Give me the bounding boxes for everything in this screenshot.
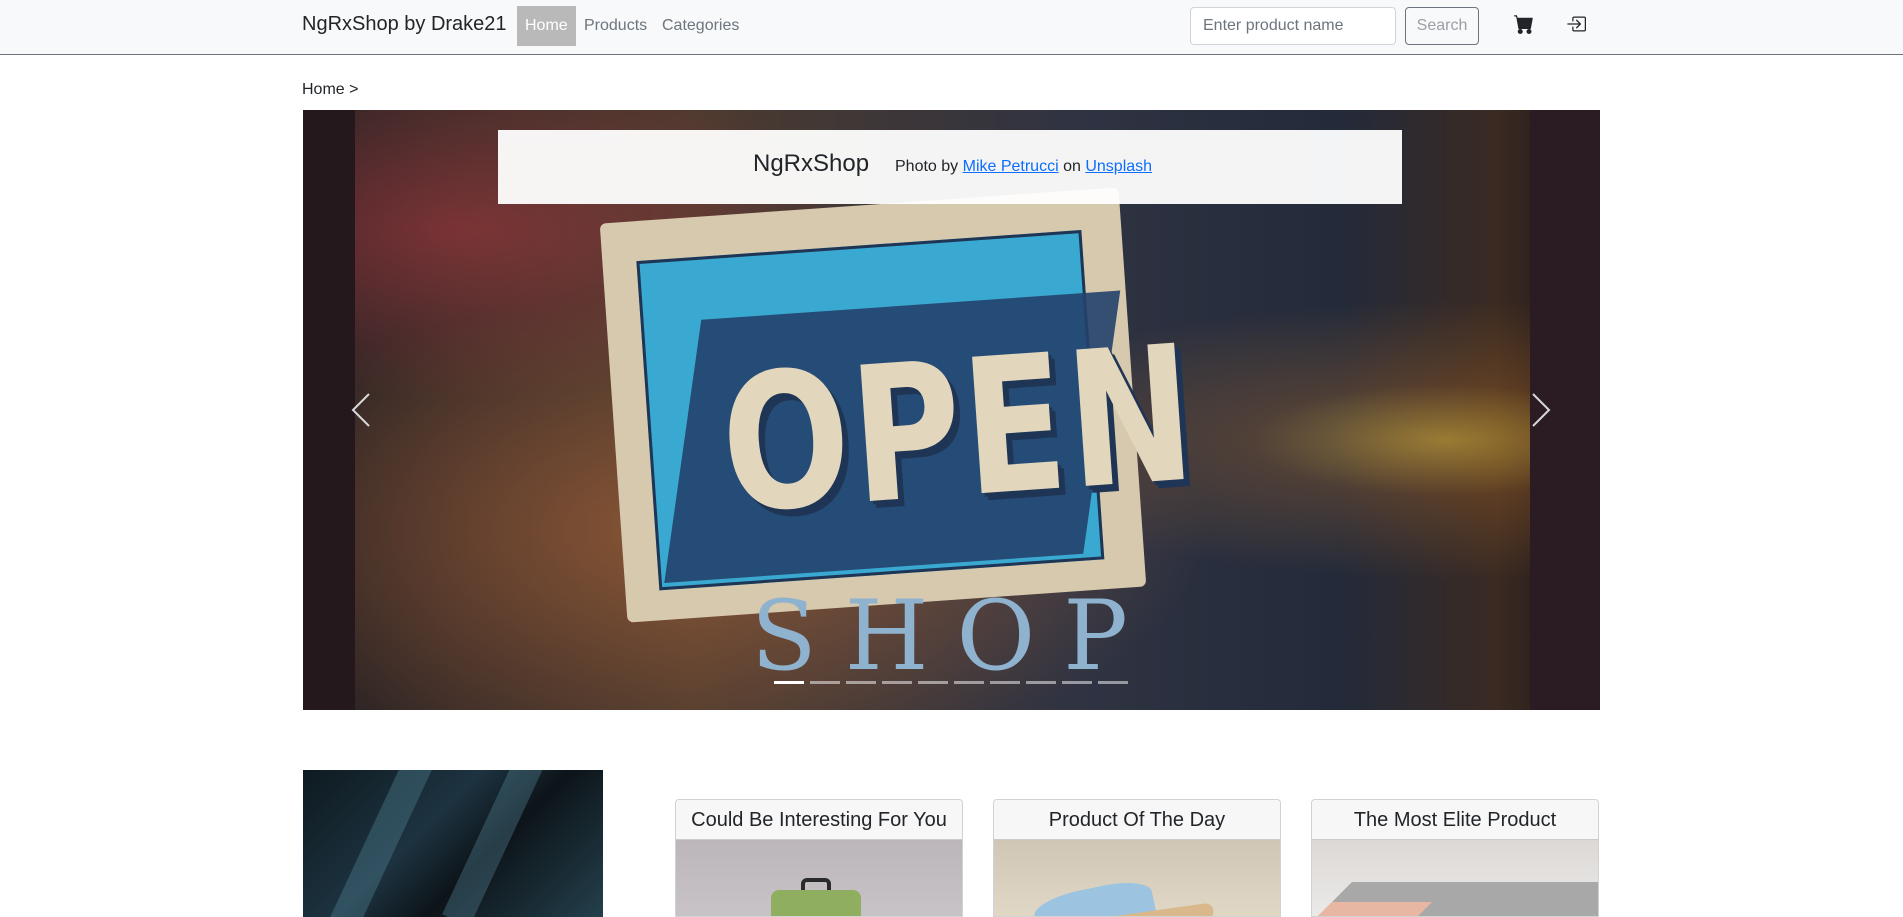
- open-sign-text: OPEN: [715, 305, 1203, 556]
- credit-prefix: Photo by: [895, 158, 959, 175]
- product-card-elite[interactable]: The Most Elite Product: [1311, 799, 1599, 917]
- caption-title: NgRxShop: [753, 150, 870, 177]
- carousel-indicator[interactable]: [1098, 681, 1128, 684]
- shop-window-text: SHOP: [751, 580, 1156, 692]
- chevron-left-icon: [351, 393, 370, 427]
- breadcrumb[interactable]: Home >: [302, 81, 358, 99]
- brand-link[interactable]: NgRxShop by Drake21: [302, 13, 507, 36]
- photo-credit: Photo by Mike Petrucci on Unsplash: [895, 158, 1152, 176]
- chevron-right-icon: [1532, 393, 1551, 427]
- carousel-indicator[interactable]: [1026, 681, 1056, 684]
- nav-link-categories[interactable]: Categories: [654, 6, 747, 46]
- laptop-image: [1312, 840, 1598, 916]
- hero-carousel: OPEN SHOP NgRxShop Photo by Mike Petrucc…: [303, 110, 1600, 710]
- credit-middle: on: [1063, 158, 1081, 175]
- suitcase-body: [771, 890, 861, 916]
- product-card-interesting[interactable]: Could Be Interesting For You: [675, 799, 963, 917]
- carousel-indicator[interactable]: [918, 681, 948, 684]
- carousel-indicator[interactable]: [990, 681, 1020, 684]
- unsplash-link[interactable]: Unsplash: [1085, 158, 1152, 175]
- image-beam: [442, 770, 554, 917]
- carousel-indicator[interactable]: [1062, 681, 1092, 684]
- suitcase-image: [676, 840, 962, 916]
- search-button[interactable]: Search: [1405, 7, 1479, 45]
- carousel-prev-button[interactable]: [343, 390, 383, 430]
- cart-icon[interactable]: [1514, 14, 1538, 38]
- open-sign-image: OPEN: [599, 187, 1202, 623]
- card-title: Product Of The Day: [994, 800, 1280, 840]
- open-sign-panel: OPEN: [636, 230, 1202, 591]
- top-navbar: NgRxShop by Drake21 Home Products Catego…: [0, 0, 1903, 55]
- product-card-of-the-day[interactable]: Product Of The Day: [993, 799, 1281, 917]
- carousel-indicator[interactable]: [954, 681, 984, 684]
- card-title: Could Be Interesting For You: [676, 800, 962, 840]
- carousel-indicator[interactable]: [882, 681, 912, 684]
- carousel-next-button[interactable]: [1519, 390, 1559, 430]
- product-search-input[interactable]: [1190, 7, 1396, 45]
- nav-link-home[interactable]: Home: [517, 6, 576, 46]
- sandal-image: [994, 840, 1280, 916]
- carousel-indicators: [774, 681, 1128, 684]
- author-link[interactable]: Mike Petrucci: [963, 158, 1059, 175]
- carousel-indicator[interactable]: [774, 681, 804, 684]
- card-title: The Most Elite Product: [1312, 800, 1598, 840]
- carousel-indicator[interactable]: [810, 681, 840, 684]
- image-beam: [322, 770, 434, 917]
- laptop-shape: [1318, 882, 1598, 916]
- nav-link-products[interactable]: Products: [576, 6, 655, 46]
- carousel-caption: NgRxShop Photo by Mike Petrucci on Unspl…: [498, 130, 1402, 204]
- carousel-indicator[interactable]: [846, 681, 876, 684]
- featured-side-image: [303, 770, 603, 917]
- sandal-strap: [1031, 875, 1157, 916]
- sign-in-icon[interactable]: [1566, 14, 1590, 38]
